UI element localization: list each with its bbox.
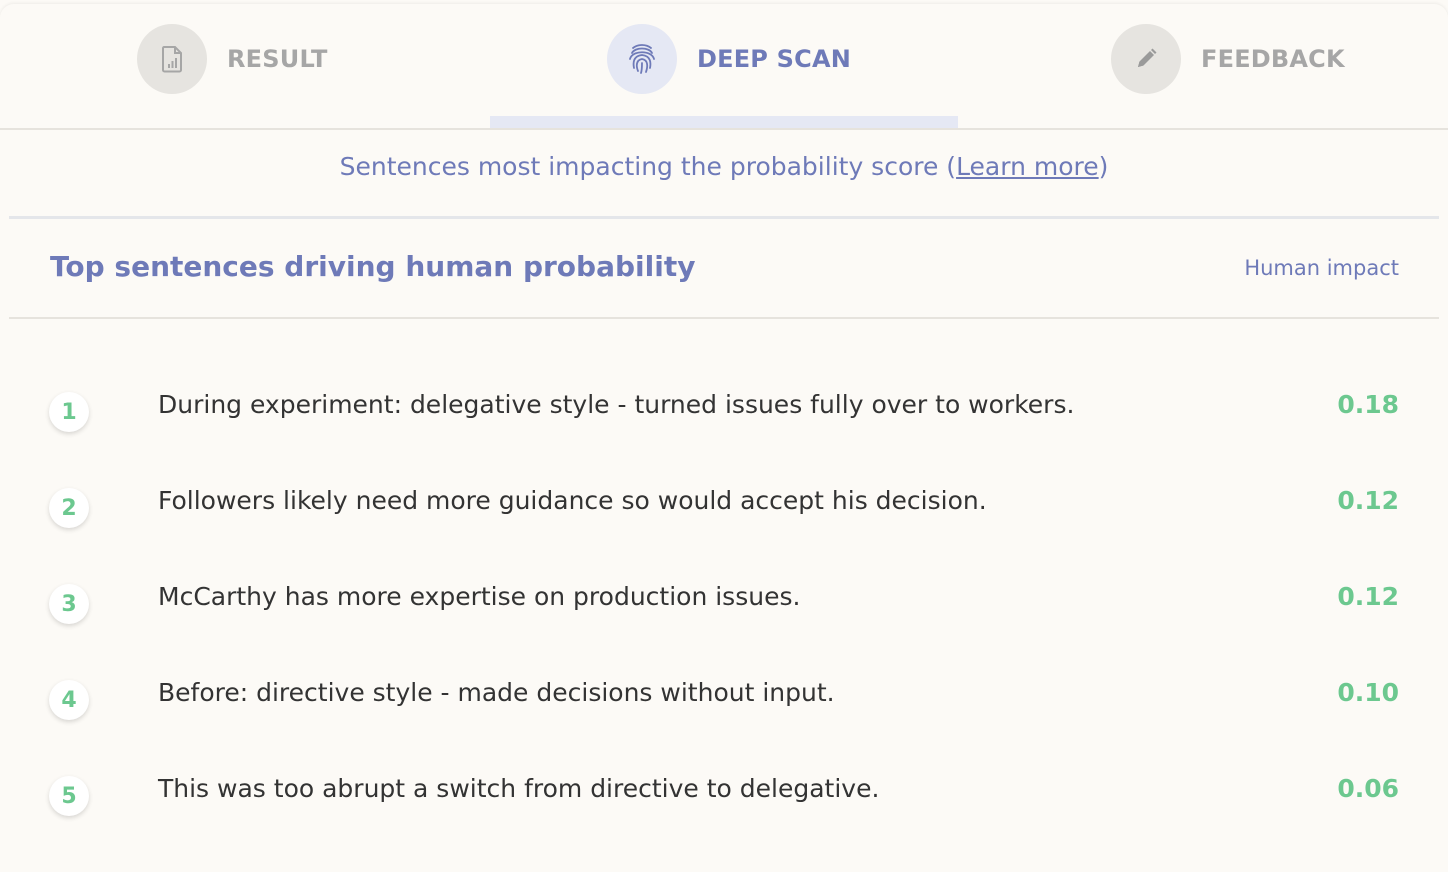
sentence-text: This was too abrupt a switch from direct… xyxy=(158,774,880,803)
header-divider xyxy=(9,317,1439,319)
sentence-text: During experiment: delegative style - tu… xyxy=(158,390,1075,419)
deep-scan-subtitle: Sentences most impacting the probability… xyxy=(0,152,1448,181)
fingerprint-icon xyxy=(607,24,677,94)
learn-more-link[interactable]: Learn more xyxy=(956,152,1099,181)
rank-badge: 1 xyxy=(49,392,89,432)
tab-deep-scan[interactable]: DEEP SCAN xyxy=(607,24,851,94)
sentence-text: Before: directive style - made decisions… xyxy=(158,678,835,707)
rank-badge: 3 xyxy=(49,584,89,624)
deep-scan-panel: RESULT DEEP SCAN FEEDBACK Sentences most… xyxy=(0,4,1448,872)
tab-deep-scan-label: DEEP SCAN xyxy=(697,45,852,73)
impact-score: 0.18 xyxy=(1337,390,1399,419)
sentence-row: 1 During experiment: delegative style - … xyxy=(0,364,1448,460)
impact-score: 0.10 xyxy=(1337,678,1399,707)
rank-badge: 5 xyxy=(49,776,89,816)
impact-score: 0.06 xyxy=(1337,774,1399,803)
subtitle-text: Sentences most impacting the probability… xyxy=(339,152,957,181)
human-impact-column-label: Human impact xyxy=(1244,256,1399,280)
rank-badge: 2 xyxy=(49,488,89,528)
tab-feedback[interactable]: FEEDBACK xyxy=(1111,24,1345,94)
pencil-icon xyxy=(1111,24,1181,94)
impact-score: 0.12 xyxy=(1337,582,1399,611)
sentence-text: McCarthy has more expertise on productio… xyxy=(158,582,801,611)
document-chart-icon xyxy=(137,24,207,94)
section-divider xyxy=(9,216,1439,219)
sentence-list: 1 During experiment: delegative style - … xyxy=(0,364,1448,844)
tab-result[interactable]: RESULT xyxy=(137,24,328,94)
subtitle-close: ) xyxy=(1098,152,1109,181)
rank-badge: 4 xyxy=(49,680,89,720)
sentence-row: 4 Before: directive style - made decisio… xyxy=(0,652,1448,748)
sentence-text: Followers likely need more guidance so w… xyxy=(158,486,987,515)
tab-result-label: RESULT xyxy=(227,45,328,73)
tab-bar: RESULT DEEP SCAN FEEDBACK xyxy=(0,4,1448,130)
sentence-row: 5 This was too abrupt a switch from dire… xyxy=(0,748,1448,844)
tab-feedback-label: FEEDBACK xyxy=(1201,45,1345,73)
sentence-row: 3 McCarthy has more expertise on product… xyxy=(0,556,1448,652)
sentence-row: 2 Followers likely need more guidance so… xyxy=(0,460,1448,556)
impact-score: 0.12 xyxy=(1337,486,1399,515)
section-title: Top sentences driving human probability xyxy=(50,250,696,283)
active-tab-indicator xyxy=(490,116,958,128)
